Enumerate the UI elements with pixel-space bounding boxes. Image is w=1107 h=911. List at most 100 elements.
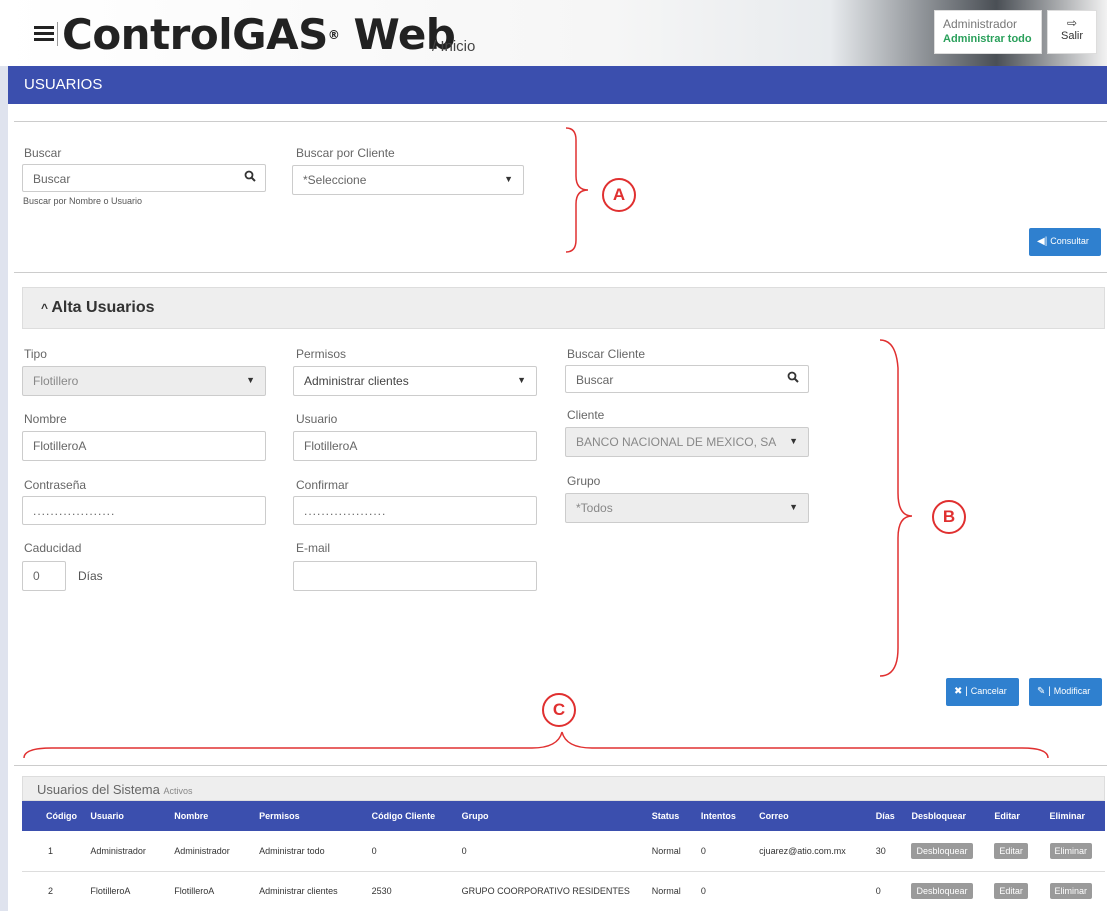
cell-intentos: 0 — [694, 871, 754, 911]
cell-grupo: GRUPO COORPORATIVO RESIDENTES — [455, 871, 646, 911]
hamburger-menu-icon[interactable] — [34, 26, 54, 42]
cancelar-label: Cancelar — [970, 686, 1007, 696]
col-editar[interactable]: Editar — [988, 801, 1044, 831]
search-icon[interactable] — [244, 170, 256, 182]
cliente-filter-label: Buscar por Cliente — [296, 146, 395, 160]
eliminar-button[interactable]: Eliminar — [1049, 842, 1093, 859]
password-label: Contraseña — [24, 478, 87, 492]
permisos-select[interactable]: Administrar clientes ▼ — [293, 366, 537, 396]
cell-status: Normal — [645, 871, 695, 911]
annotation-b: B — [932, 500, 966, 534]
confirmar-input[interactable]: ................... — [293, 496, 537, 525]
logout-button[interactable]: ⇨ Salir — [1047, 10, 1097, 54]
cell-editar: Editar — [988, 871, 1044, 911]
app-header: ControlGAS® Web / Inicio Administrador A… — [0, 0, 1107, 66]
table-title: Usuarios del Sistema Activos — [22, 776, 1105, 801]
chevron-down-icon: ▼ — [246, 375, 255, 385]
cell-permisos: Administrar clientes — [253, 871, 366, 911]
cancelar-button[interactable]: ✖ | Cancelar — [946, 678, 1019, 706]
col-nombre[interactable]: Nombre — [168, 801, 254, 831]
col-codigo-cliente[interactable]: Código Cliente — [365, 801, 456, 831]
col-intentos[interactable]: Intentos — [694, 801, 754, 831]
table-row: 2 FlotilleroA FlotilleroA Administrar cl… — [22, 871, 1105, 911]
caducidad-input[interactable]: 0 — [22, 561, 66, 591]
grupo-value: *Todos — [576, 501, 613, 515]
cliente-value: BANCO NACIONAL DE MEXICO, SA — [576, 435, 777, 449]
col-status[interactable]: Status — [645, 801, 695, 831]
password-input[interactable]: ................... — [22, 496, 266, 525]
cell-codigo: 2 — [22, 871, 85, 911]
col-correo[interactable]: Correo — [753, 801, 870, 831]
divider — [14, 272, 1107, 273]
col-eliminar[interactable]: Eliminar — [1043, 801, 1105, 831]
tipo-label: Tipo — [24, 347, 47, 361]
cliente-filter-select[interactable]: *Seleccione ▼ — [292, 165, 524, 195]
divider — [14, 765, 1107, 766]
usuario-input[interactable]: FlotilleroA — [293, 431, 537, 461]
col-usuario[interactable]: Usuario — [84, 801, 169, 831]
cliente-filter-value: *Seleccione — [303, 173, 367, 187]
modificar-label: Modificar — [1053, 686, 1091, 696]
cell-editar: Editar — [988, 831, 1044, 872]
col-grupo[interactable]: Grupo — [455, 801, 646, 831]
buscar-cliente-label: Buscar Cliente — [567, 347, 646, 361]
table-title-text: Usuarios del Sistema — [37, 782, 160, 797]
close-icon: ✖ | — [954, 686, 968, 697]
user-permission: Administrar todo — [943, 33, 1032, 45]
permisos-label: Permisos — [296, 347, 347, 361]
cell-nombre: Administrador — [168, 831, 254, 872]
nombre-input[interactable]: FlotilleroA — [22, 431, 266, 461]
cell-intentos: 0 — [694, 831, 754, 872]
email-label: E-mail — [296, 541, 331, 555]
brace-c-icon — [23, 731, 1049, 759]
brace-a-icon — [565, 127, 589, 253]
annotation-a: A — [602, 178, 636, 212]
cell-correo — [753, 871, 870, 911]
brace-b-icon — [879, 339, 913, 677]
cell-dias: 0 — [869, 871, 906, 911]
cell-status: Normal — [645, 831, 695, 872]
cliente-select[interactable]: BANCO NACIONAL DE MEXICO, SA ▼ — [565, 427, 809, 457]
col-desbloquear[interactable]: Desbloquear — [905, 801, 989, 831]
chevron-down-icon: ▼ — [789, 502, 798, 512]
permisos-value: Administrar clientes — [304, 374, 409, 388]
collapse-caret-icon: ^ — [41, 301, 52, 315]
editar-button[interactable]: Editar — [994, 842, 1028, 859]
app-logo: ControlGAS® Web — [62, 10, 456, 59]
buscar-input[interactable]: Buscar — [22, 164, 266, 192]
col-dias[interactable]: Días — [869, 801, 906, 831]
buscar-label: Buscar — [24, 146, 62, 160]
desbloquear-button[interactable]: Desbloquear — [911, 883, 973, 899]
modificar-button[interactable]: ✎ | Modificar — [1029, 678, 1102, 706]
caducidad-label: Caducidad — [24, 541, 82, 555]
buscar-cliente-input[interactable]: Buscar — [565, 365, 809, 393]
eliminar-button[interactable]: Eliminar — [1049, 883, 1093, 899]
breadcrumb[interactable]: / Inicio — [432, 38, 475, 55]
logout-icon: ⇨ — [1066, 16, 1078, 30]
cell-usuario: Administrador — [84, 831, 169, 872]
tipo-value: Flotillero — [33, 374, 79, 388]
email-input[interactable] — [293, 561, 537, 591]
alta-usuarios-header[interactable]: ^ Alta Usuarios — [22, 287, 1105, 329]
alta-usuarios-title: Alta Usuarios — [51, 299, 155, 316]
cell-grupo: 0 — [455, 831, 646, 872]
search-icon[interactable] — [787, 371, 799, 383]
chevron-down-icon: ▼ — [789, 436, 798, 446]
table-header-row: Código Usuario Nombre Permisos Código Cl… — [22, 801, 1105, 831]
grupo-label: Grupo — [567, 474, 601, 488]
grupo-select[interactable]: *Todos ▼ — [565, 493, 809, 523]
tipo-select[interactable]: Flotillero ▼ — [22, 366, 266, 396]
dias-label: Días — [78, 569, 103, 583]
col-permisos[interactable]: Permisos — [253, 801, 366, 831]
table-subtitle: Activos — [163, 786, 193, 796]
consultar-label: Consultar — [1050, 236, 1089, 246]
cell-codigo-cliente: 2530 — [365, 871, 456, 911]
consultar-button[interactable]: ◀| Consultar — [1029, 228, 1101, 256]
confirmar-label: Confirmar — [296, 478, 349, 492]
buscar-hint: Buscar por Nombre o Usuario — [23, 196, 143, 206]
cell-nombre: FlotilleroA — [168, 871, 254, 911]
col-codigo[interactable]: Código — [22, 801, 85, 831]
editar-button[interactable]: Editar — [994, 883, 1028, 899]
users-table: Código Usuario Nombre Permisos Código Cl… — [22, 801, 1105, 911]
desbloquear-button[interactable]: Desbloquear — [911, 842, 973, 859]
